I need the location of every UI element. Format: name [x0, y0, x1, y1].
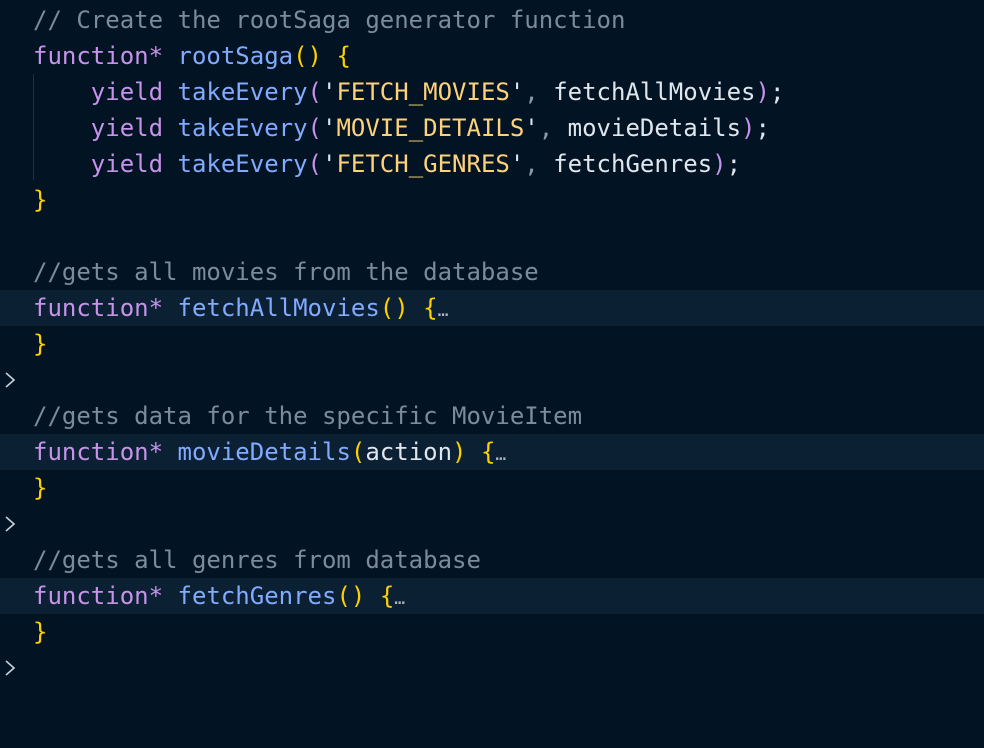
function-name: takeEvery	[177, 114, 308, 142]
brace-open: {	[336, 42, 351, 70]
identifier: movieDetails	[567, 114, 742, 142]
code-line-12[interactable]: //gets data for the specific MovieItem	[0, 398, 984, 434]
paren-open: (	[307, 78, 322, 106]
function-name: takeEvery	[177, 150, 308, 178]
paren-open: (	[307, 150, 322, 178]
paren-close: )	[452, 438, 467, 466]
comment: //gets all movies from the database	[33, 258, 539, 286]
function-name: takeEvery	[177, 78, 308, 106]
code-line-1[interactable]: // Create the rootSaga generator functio…	[0, 2, 984, 38]
code-line-13-folded[interactable]: function* movieDetails(action) {…	[0, 434, 984, 532]
code-line-18[interactable]: }	[0, 614, 984, 650]
identifier: fetchGenres	[553, 150, 713, 178]
string: FETCH_GENRES	[336, 150, 510, 178]
keyword: function*	[33, 582, 164, 610]
brace-open: {	[480, 438, 496, 466]
code-line-9-folded[interactable]: function* fetchAllMovies() {…	[0, 290, 984, 388]
function-name: movieDetails	[177, 438, 351, 466]
keyword: yield	[90, 150, 164, 178]
folded-ellipsis[interactable]: …	[438, 300, 449, 321]
parens: ()	[336, 582, 366, 610]
brace-open: {	[379, 582, 395, 610]
code-line-5[interactable]: yield takeEvery('FETCH_GENRES', fetchGen…	[0, 146, 984, 182]
identifier: fetchAllMovies	[553, 78, 756, 106]
code-line-3[interactable]: yield takeEvery('FETCH_MOVIES', fetchAll…	[0, 74, 984, 110]
parens: ()	[379, 294, 409, 322]
code-line-6[interactable]: }	[0, 182, 984, 218]
brace-close: }	[33, 186, 48, 214]
parens: ()	[293, 42, 322, 70]
chevron-right-icon[interactable]	[3, 578, 17, 676]
paren-close: )	[741, 114, 756, 142]
code-line-14[interactable]: }	[0, 470, 984, 506]
folded-ellipsis[interactable]: …	[495, 444, 506, 465]
code-line-4[interactable]: yield takeEvery('MOVIE_DETAILS', movieDe…	[0, 110, 984, 146]
paren-open: (	[350, 438, 366, 466]
comment: //gets all genres from database	[33, 546, 481, 574]
comment: // Create the rootSaga generator functio…	[33, 6, 626, 34]
keyword: function*	[33, 42, 164, 70]
parameter: action	[365, 438, 453, 466]
function-name: fetchGenres	[177, 582, 337, 610]
comment: //gets data for the specific MovieItem	[33, 402, 583, 430]
brace-close: }	[33, 618, 48, 646]
function-name: fetchAllMovies	[177, 294, 380, 322]
paren-open: (	[307, 114, 322, 142]
string: MOVIE_DETAILS	[336, 114, 525, 142]
code-line-16[interactable]: //gets all genres from database	[0, 542, 984, 578]
keyword: function*	[33, 438, 164, 466]
folded-ellipsis[interactable]: …	[394, 588, 405, 609]
paren-close: )	[712, 150, 727, 178]
code-line-17-folded[interactable]: function* fetchGenres() {…	[0, 578, 984, 676]
brace-close: }	[33, 330, 48, 358]
code-editor[interactable]: // Create the rootSaga generator functio…	[0, 0, 984, 676]
brace-close: }	[33, 474, 48, 502]
paren-close: )	[755, 78, 770, 106]
keyword: yield	[90, 114, 164, 142]
chevron-right-icon[interactable]	[3, 290, 17, 388]
keyword: function*	[33, 294, 164, 322]
function-name: rootSaga	[177, 42, 294, 70]
code-line-10[interactable]: }	[0, 326, 984, 362]
brace-open: {	[423, 294, 438, 322]
chevron-right-icon[interactable]	[3, 434, 17, 532]
code-line-2[interactable]: function* rootSaga() {	[0, 38, 984, 74]
string: FETCH_MOVIES	[336, 78, 510, 106]
code-line-8[interactable]: //gets all movies from the database	[0, 254, 984, 290]
keyword: yield	[90, 78, 164, 106]
